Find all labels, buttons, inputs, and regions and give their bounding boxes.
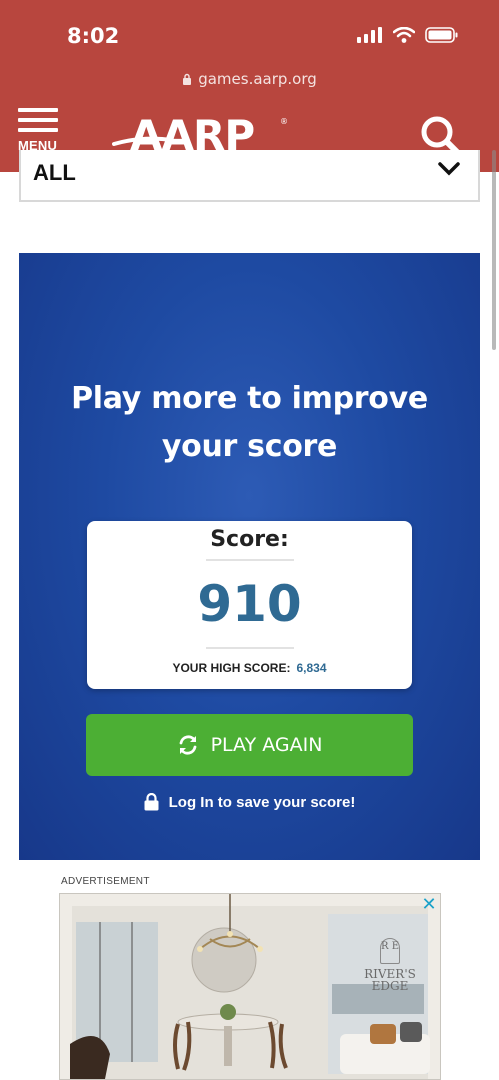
game-results-panel: Play more to improve your score Score: 9…: [19, 253, 480, 860]
ad-brand-monogram: R E: [380, 938, 400, 964]
url-text: games.aarp.org: [198, 70, 317, 88]
divider: [206, 647, 294, 649]
chevron-down-icon: [438, 162, 460, 176]
lock-icon: [144, 793, 159, 811]
high-score-value: 6,834: [296, 661, 327, 675]
cellular-signal-icon: [357, 27, 382, 43]
address-bar[interactable]: games.aarp.org: [0, 62, 499, 96]
category-filter-select[interactable]: ALL: [19, 150, 480, 202]
hamburger-icon: [18, 108, 58, 112]
headline-line-1: Play more to improve: [71, 381, 428, 416]
page: 8:02 games.aarp.org MENU AARP ® ALL Play…: [0, 0, 499, 1080]
high-score: YOUR HIGH SCORE: 6,834: [87, 661, 412, 675]
wifi-icon: [393, 27, 415, 43]
play-again-label: PLAY AGAIN: [210, 734, 323, 756]
lock-icon: [183, 73, 192, 85]
close-icon[interactable]: ✕: [420, 895, 438, 914]
hamburger-icon-bar: [18, 118, 58, 122]
play-again-button[interactable]: PLAY AGAIN: [86, 714, 413, 776]
score-value: 910: [197, 575, 302, 633]
advertisement[interactable]: R E RIVER'S EDGE ✕: [59, 893, 441, 1080]
headline-line-2: your score: [161, 429, 338, 464]
high-score-label: YOUR HIGH SCORE:: [172, 661, 291, 675]
filter-value: ALL: [33, 160, 76, 185]
status-icons: [357, 27, 459, 43]
divider: [206, 559, 294, 561]
status-time: 8:02: [67, 24, 120, 48]
ad-label: ADVERTISEMENT: [61, 876, 150, 887]
scrollbar[interactable]: [492, 150, 496, 350]
status-bar: 8:02: [0, 0, 499, 62]
score-card: Score: 910 YOUR HIGH SCORE: 6,834: [87, 521, 412, 689]
svg-text:®: ®: [280, 117, 288, 126]
login-link[interactable]: Log In to save your score!: [19, 793, 480, 811]
score-label: Score:: [210, 527, 289, 552]
refresh-icon: [179, 735, 196, 755]
hamburger-icon-bar: [18, 128, 58, 132]
login-label: Log In to save your score!: [168, 793, 356, 811]
battery-icon: [425, 27, 458, 43]
menu-button[interactable]: MENU: [18, 108, 62, 156]
results-headline: Play more to improve your score: [49, 375, 450, 471]
ad-brand-logo: R E RIVER'S EDGE: [360, 938, 420, 992]
ad-brand-name-line-2: EDGE: [371, 979, 409, 993]
